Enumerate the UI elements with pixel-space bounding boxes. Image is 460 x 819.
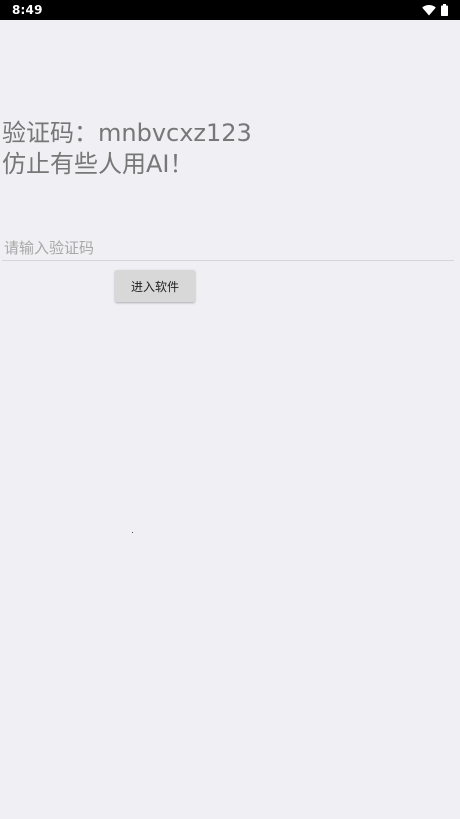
captcha-input[interactable] bbox=[2, 235, 454, 261]
captcha-prompt: 验证码：mnbvcxz123 仿止有些人用AI！ bbox=[2, 118, 252, 180]
artifact-dot bbox=[132, 532, 133, 533]
captcha-code-text: 验证码：mnbvcxz123 bbox=[2, 119, 252, 147]
status-icons bbox=[422, 4, 448, 16]
battery-icon bbox=[441, 4, 448, 16]
enter-app-button[interactable]: 进入软件 bbox=[115, 270, 195, 302]
wifi-icon bbox=[422, 4, 436, 16]
warning-text: 仿止有些人用AI！ bbox=[2, 150, 194, 178]
status-time: 8:49 bbox=[12, 3, 43, 17]
status-bar: 8:49 bbox=[0, 0, 460, 20]
